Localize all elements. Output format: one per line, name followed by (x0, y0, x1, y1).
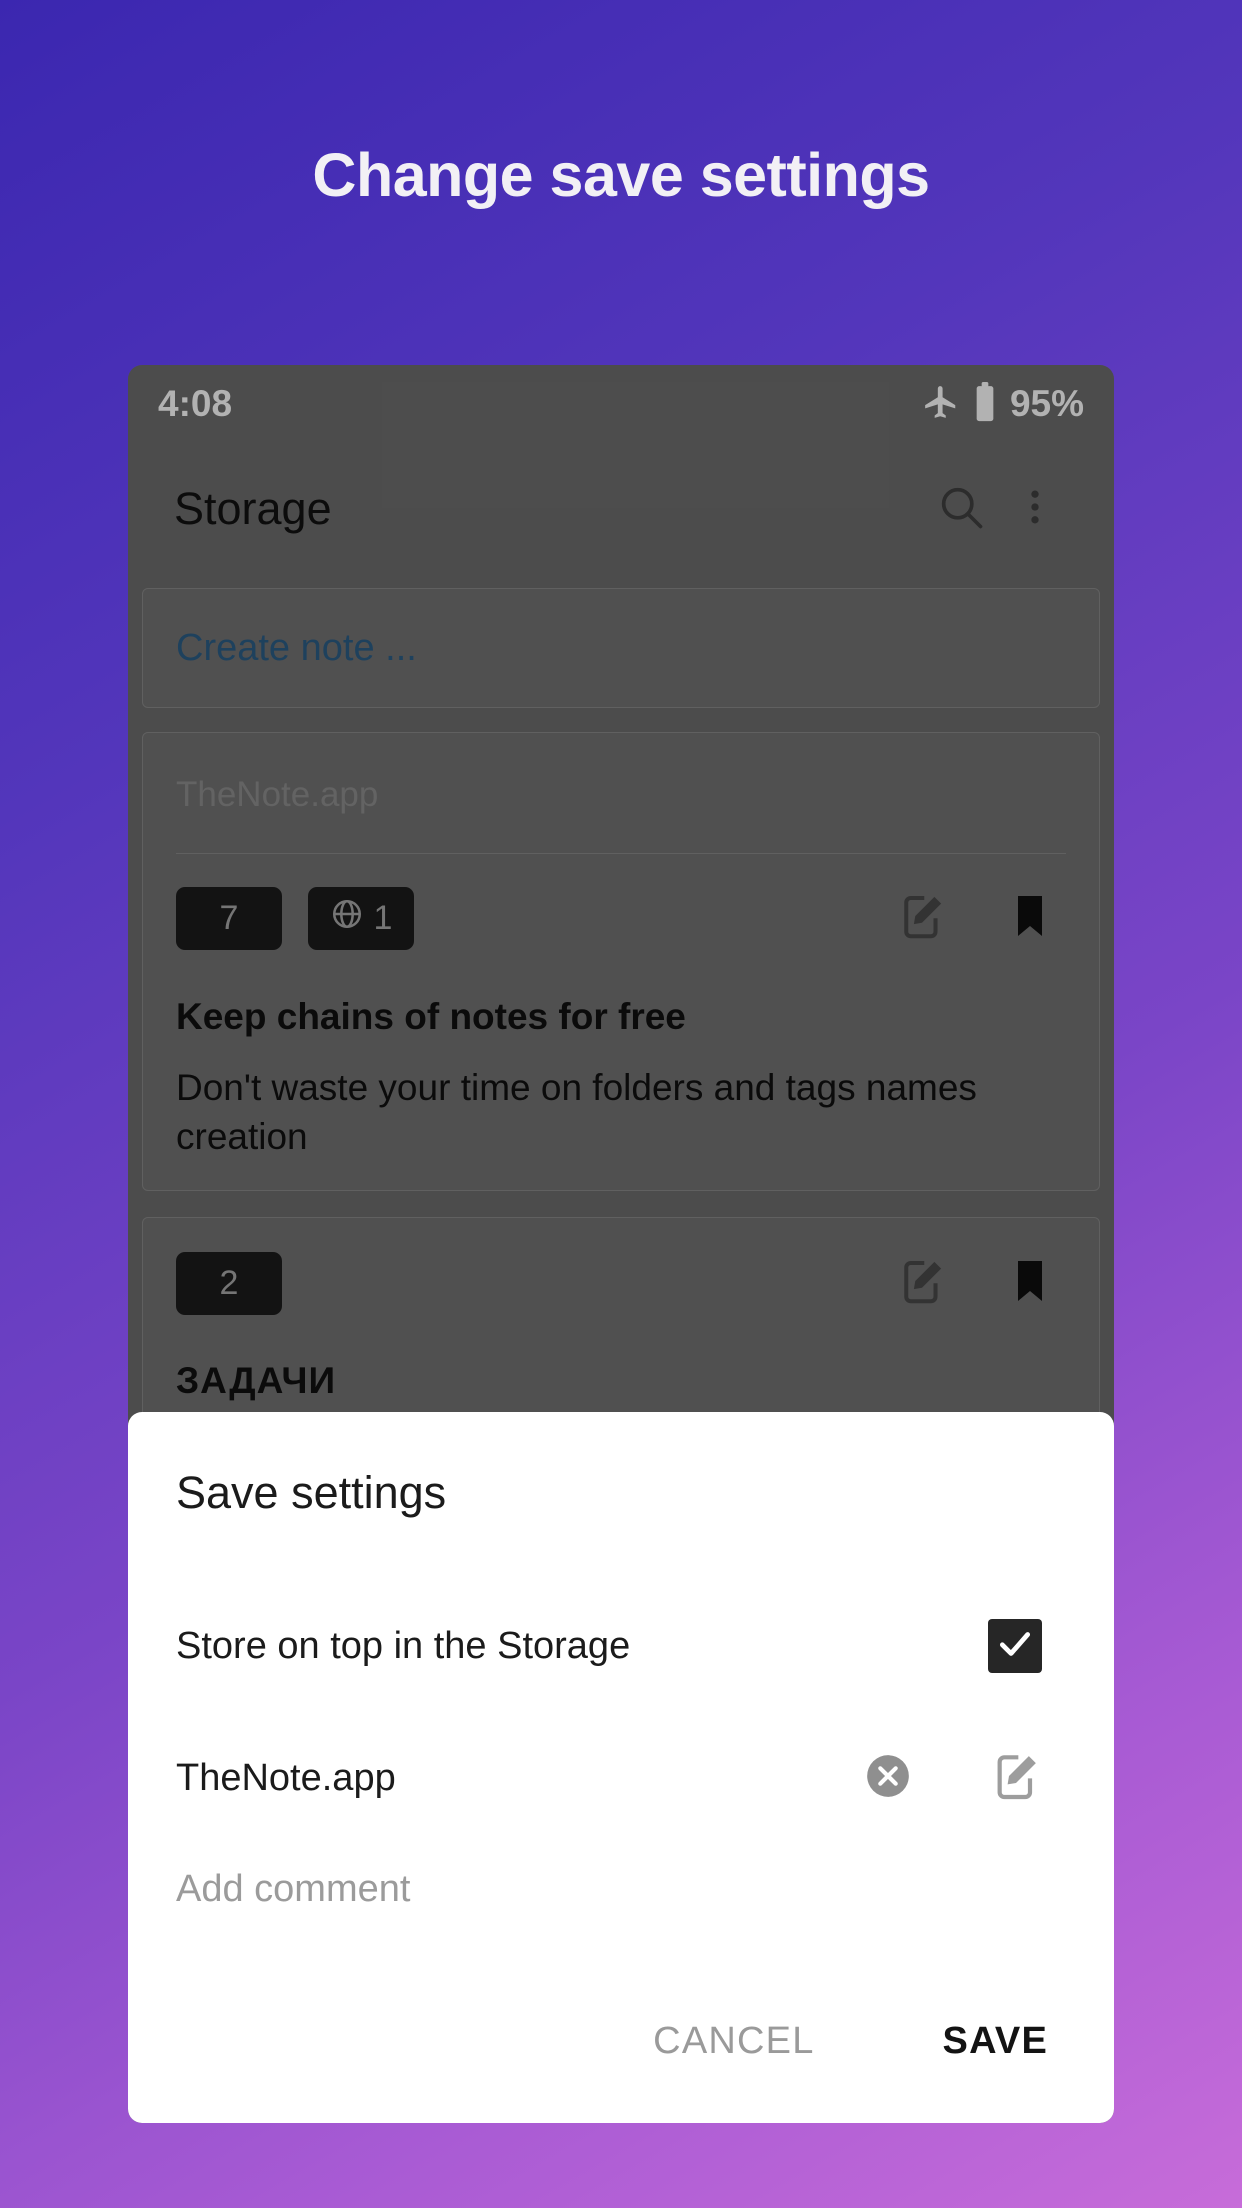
clear-circle-icon (863, 1751, 913, 1806)
dialog-actions: CANCEL SAVE (635, 2006, 1066, 2077)
note-count-value: 2 (219, 1264, 239, 1303)
note-card[interactable]: 2 ЗАДАЧИ (142, 1216, 1100, 1433)
note-bookmark-button[interactable] (994, 882, 1066, 954)
note-web-count: 1 (373, 898, 393, 937)
note-bookmark-button[interactable] (994, 1248, 1066, 1320)
checkmark-icon (996, 1625, 1034, 1668)
search-icon (935, 481, 987, 538)
bookmark-icon (1006, 1255, 1054, 1312)
edit-note-icon (895, 1254, 949, 1313)
create-note-placeholder: Create note ... (176, 626, 417, 669)
note-web-badge[interactable]: 1 (308, 886, 414, 950)
note-source: TheNote.app (176, 733, 1066, 854)
save-button[interactable]: SAVE (925, 2006, 1066, 2077)
create-note-field[interactable]: Create note ... (142, 588, 1100, 708)
note-title: ЗАДАЧИ (176, 1359, 337, 1401)
status-indicators: 95% (922, 381, 1084, 427)
bookmark-icon (1006, 890, 1054, 947)
note-edit-button[interactable] (886, 882, 958, 954)
note-actions-row: 7 1 (176, 854, 1066, 954)
page-title: Change save settings (312, 141, 930, 209)
note-title: Keep chains of notes for free (176, 996, 686, 1037)
airplane-mode-icon (922, 383, 960, 426)
edit-note-icon (895, 889, 949, 948)
note-count-badge[interactable]: 2 (176, 1252, 282, 1316)
store-on-top-row[interactable]: Store on top in the Storage (176, 1598, 1066, 1694)
note-count-badge[interactable]: 7 (176, 886, 282, 950)
more-vertical-icon (1013, 485, 1057, 534)
status-time: 4:08 (158, 383, 233, 424)
source-row[interactable]: TheNote.app (176, 1730, 1066, 1826)
globe-icon (330, 897, 364, 940)
note-actions-row: 2 (176, 1218, 1066, 1320)
clear-source-button[interactable] (856, 1746, 920, 1810)
battery-percent: 95% (1009, 383, 1084, 424)
note-body: Don't waste your time on folders and tag… (176, 1067, 977, 1157)
app-bar: Storage (128, 443, 1114, 575)
promo-screenshot: Change save settings 4:08 95% Storage Cr… (0, 0, 1242, 2208)
app-bar-title: Storage (174, 483, 332, 534)
save-settings-dialog: Save settings Store on top in the Storag… (128, 1412, 1114, 2123)
cancel-button[interactable]: CANCEL (635, 2006, 832, 2077)
note-card[interactable]: TheNote.app 7 1 Keep chains of notes for… (142, 732, 1100, 1191)
battery-icon (974, 381, 996, 427)
edit-note-icon (988, 1748, 1044, 1809)
status-bar: 4:08 95% (128, 365, 1114, 443)
dialog-title: Save settings (176, 1467, 447, 1518)
store-on-top-label: Store on top in the Storage (176, 1624, 631, 1667)
store-on-top-checkbox[interactable] (988, 1619, 1042, 1673)
edit-source-button[interactable] (984, 1746, 1048, 1810)
note-count-value: 7 (219, 898, 239, 937)
note-edit-button[interactable] (886, 1248, 958, 1320)
search-button[interactable] (924, 472, 998, 546)
source-value: TheNote.app (176, 1756, 396, 1799)
overflow-menu-button[interactable] (998, 472, 1072, 546)
add-comment-input[interactable]: Add comment (176, 1868, 1066, 1911)
